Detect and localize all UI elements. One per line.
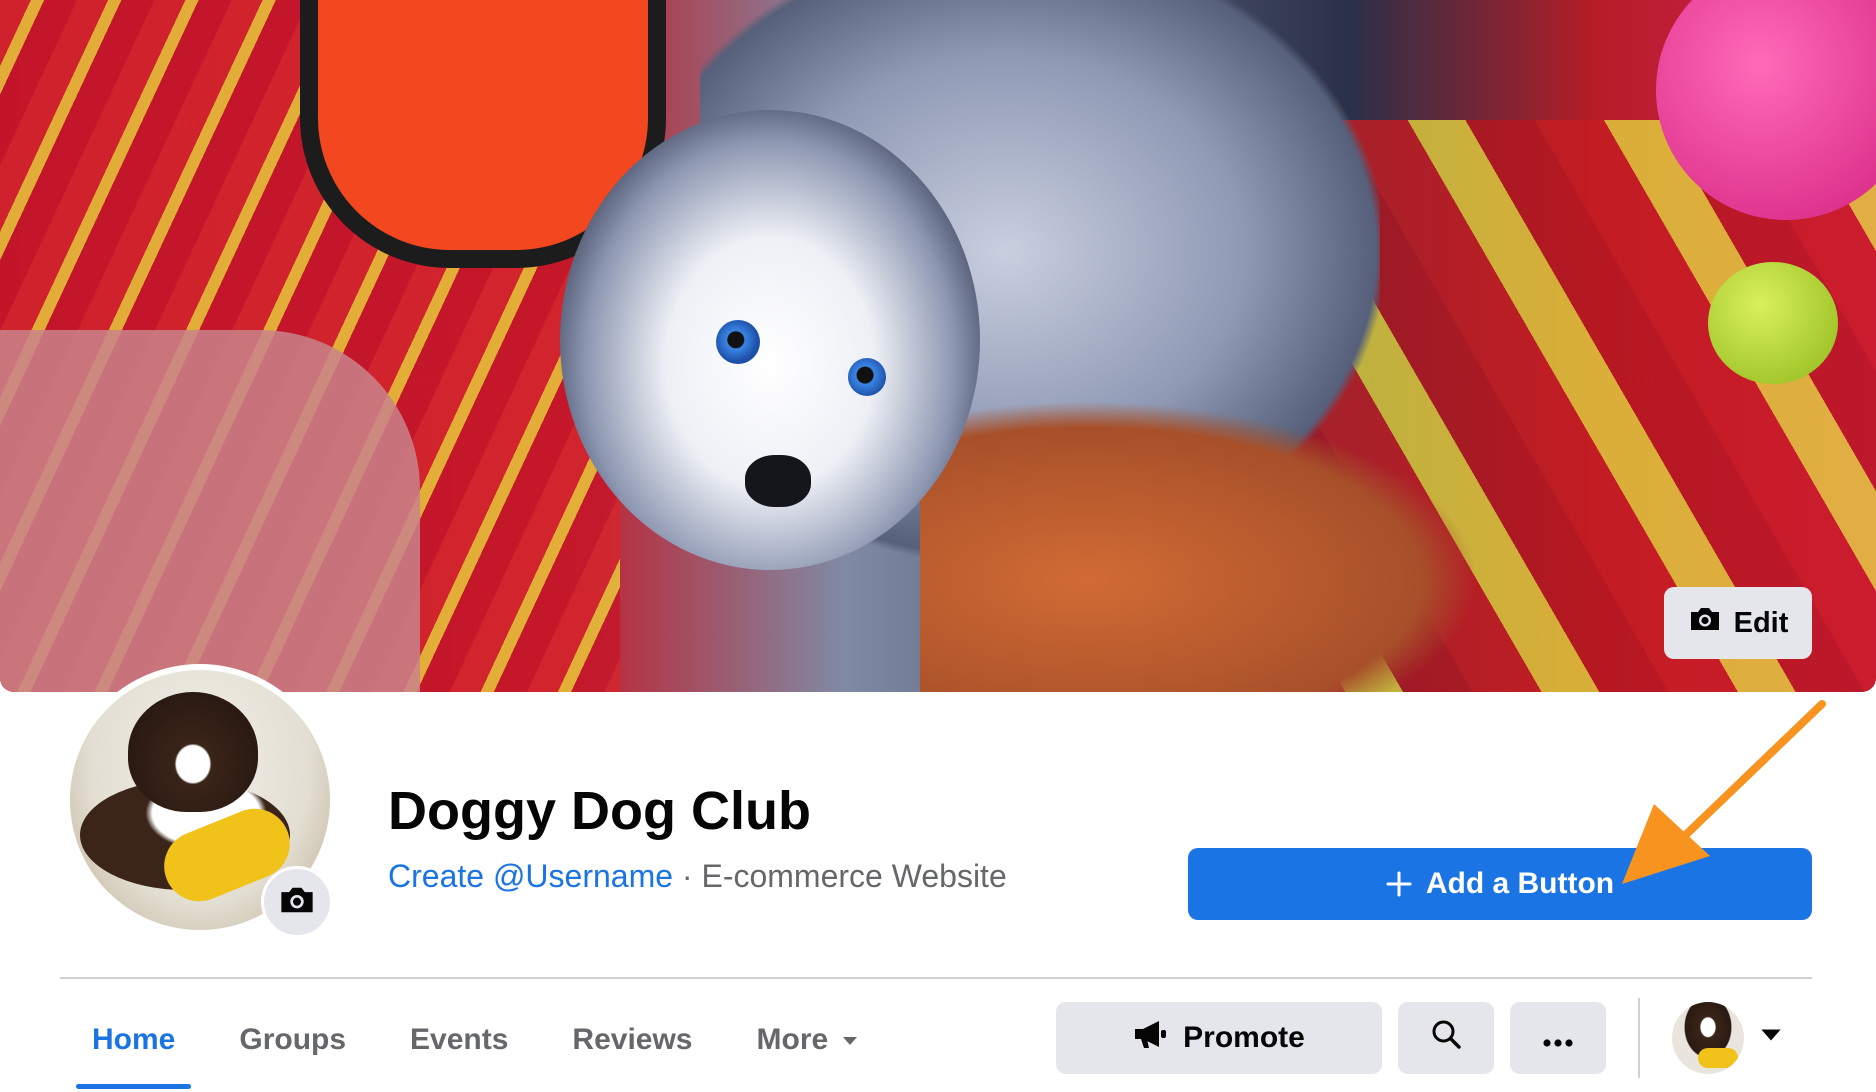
tab-more[interactable]: More [725,995,891,1085]
edit-cover-button[interactable]: Edit [1664,587,1812,659]
mini-avatar-toy [1698,1048,1738,1068]
cover-tennis-ball [1708,262,1838,384]
caret-down-icon [1760,1022,1782,1047]
add-a-button-label: Add a Button [1425,867,1615,900]
page-subline: Create @Username · E-commerce Website [388,856,1007,896]
subline-separator: · [681,858,693,894]
account-switch-button[interactable] [1760,1022,1782,1048]
cover-plush-toy [920,400,1480,692]
avatar-camera-button[interactable] [261,866,333,938]
page-category: E-commerce Website [701,858,1007,894]
search-button[interactable] [1398,1002,1494,1074]
caret-down-icon [842,1029,858,1052]
ellipsis-icon [1543,1021,1573,1055]
more-options-button[interactable] [1510,1002,1606,1074]
cover-dog-eye-right [848,358,886,396]
page-tabs: Home Groups Events Reviews More [60,990,890,1090]
annotation-arrow [1622,700,1826,884]
camera-icon [1688,605,1722,641]
avatar-puppy-head [128,692,258,812]
promote-label: Promote [1183,1021,1305,1054]
edit-cover-label: Edit [1733,606,1789,639]
megaphone-icon [1133,1019,1169,1057]
search-icon [1431,1019,1461,1057]
tab-events-label: Events [410,1023,509,1056]
create-username-link[interactable]: Create @Username [388,858,673,894]
tab-home[interactable]: Home [60,995,207,1089]
tab-home-label: Home [92,1023,176,1056]
tab-reviews[interactable]: Reviews [540,995,724,1085]
camera-icon [278,884,316,921]
tabs-divider [60,977,1812,979]
tab-reviews-label: Reviews [572,1023,693,1056]
cover-pink-blanket [0,330,420,692]
actions-separator [1638,998,1640,1078]
cover-dog-nose [745,455,811,507]
cover-photo [0,0,1876,692]
page-title: Doggy Dog Club [388,781,811,841]
tab-more-label: More [756,1023,829,1056]
account-avatar[interactable] [1672,1002,1744,1074]
tab-groups[interactable]: Groups [207,995,378,1085]
tab-events[interactable]: Events [378,995,540,1085]
promote-button[interactable]: Promote [1056,1002,1382,1074]
plus-icon [1386,864,1412,904]
cover-dog-eye-left [716,320,760,364]
tab-groups-label: Groups [239,1023,347,1056]
